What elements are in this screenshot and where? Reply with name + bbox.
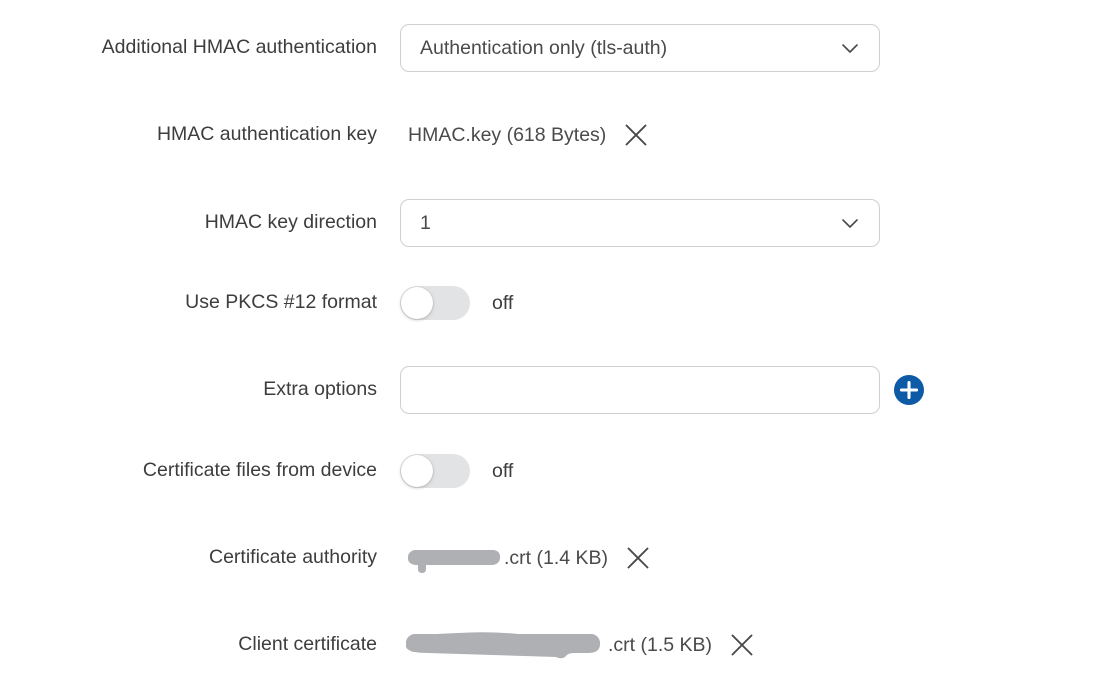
file-name-client-certificate: .crt (1.5 KB) xyxy=(608,633,713,656)
toggle-use-pkcs-12-format[interactable] xyxy=(400,286,470,320)
form-row-use-pkcs-12-format: Use PKCS #12 format off xyxy=(0,278,1117,328)
file-value-hmac-authentication-key: HMAC.key (618 Bytes) xyxy=(408,110,650,160)
control-client-certificate: .crt (1.5 KB) xyxy=(398,620,756,670)
label-client-certificate: Client certificate xyxy=(238,633,377,656)
label-hmac-authentication-key: HMAC authentication key xyxy=(156,123,377,146)
toggle-certificate-files-from-device[interactable] xyxy=(400,454,470,488)
form-row-extra-options: Extra options xyxy=(0,365,1117,415)
label-use-pkcs-12-format: Use PKCS #12 format xyxy=(185,291,377,314)
redaction-mark-certificate-authority xyxy=(398,536,504,576)
form-row-certificate-files-from-device: Certificate files from device off xyxy=(0,446,1117,496)
select-hmac-key-direction[interactable]: 1 xyxy=(400,199,880,247)
toggle-wrap-use-pkcs-12-format: off xyxy=(400,286,513,320)
file-value-certificate-authority: .crt (1.4 KB) xyxy=(398,533,652,583)
plus-icon xyxy=(894,375,924,405)
toggle-wrap-certificate-files-from-device: off xyxy=(400,454,513,488)
extra-options-input[interactable] xyxy=(400,366,880,414)
toggle-knob xyxy=(401,287,433,319)
toggle-knob xyxy=(401,455,433,487)
control-hmac-authentication-key: HMAC.key (618 Bytes) xyxy=(408,110,650,160)
control-additional-hmac-authentication: Authentication only (tls-auth) xyxy=(400,23,880,73)
toggle-state-certificate-files-from-device: off xyxy=(492,459,514,482)
control-hmac-key-direction: 1 xyxy=(400,198,880,248)
chevron-down-icon xyxy=(839,212,861,234)
select-value-hmac-key-direction: 1 xyxy=(420,211,431,234)
label-certificate-authority: Certificate authority xyxy=(209,546,377,569)
chevron-down-icon xyxy=(839,37,861,59)
label-additional-hmac-authentication: Additional HMAC authentication xyxy=(101,36,377,59)
redaction-mark-client-certificate xyxy=(398,623,608,663)
close-icon[interactable] xyxy=(622,121,650,149)
close-icon[interactable] xyxy=(728,631,756,659)
form-row-hmac-key-direction: HMAC key direction 1 xyxy=(0,198,1117,248)
control-certificate-files-from-device: off xyxy=(400,446,513,496)
form-row-certificate-authority: Certificate authority .crt (1.4 KB) xyxy=(0,533,1117,583)
control-certificate-authority: .crt (1.4 KB) xyxy=(398,533,652,583)
file-name-hmac-authentication-key: HMAC.key (618 Bytes) xyxy=(408,123,607,146)
file-value-client-certificate: .crt (1.5 KB) xyxy=(398,620,756,670)
file-name-certificate-authority: .crt (1.4 KB) xyxy=(504,546,609,569)
label-hmac-key-direction: HMAC key direction xyxy=(204,211,377,234)
control-extra-options xyxy=(400,365,924,415)
control-use-pkcs-12-format: off xyxy=(400,278,513,328)
toggle-state-use-pkcs-12-format: off xyxy=(492,291,514,314)
form-row-hmac-authentication-key: HMAC authentication key HMAC.key (618 By… xyxy=(0,110,1117,160)
select-value-additional-hmac-authentication: Authentication only (tls-auth) xyxy=(420,36,668,59)
add-extra-option-button[interactable] xyxy=(894,375,924,405)
label-certificate-files-from-device: Certificate files from device xyxy=(142,459,377,482)
label-extra-options: Extra options xyxy=(263,378,377,401)
vpn-settings-form: Additional HMAC authentication Authentic… xyxy=(0,0,1117,687)
select-additional-hmac-authentication[interactable]: Authentication only (tls-auth) xyxy=(400,24,880,72)
form-row-client-certificate: Client certificate .crt (1.5 KB) xyxy=(0,620,1117,670)
form-row-additional-hmac-authentication: Additional HMAC authentication Authentic… xyxy=(0,23,1117,73)
close-icon[interactable] xyxy=(624,544,652,572)
